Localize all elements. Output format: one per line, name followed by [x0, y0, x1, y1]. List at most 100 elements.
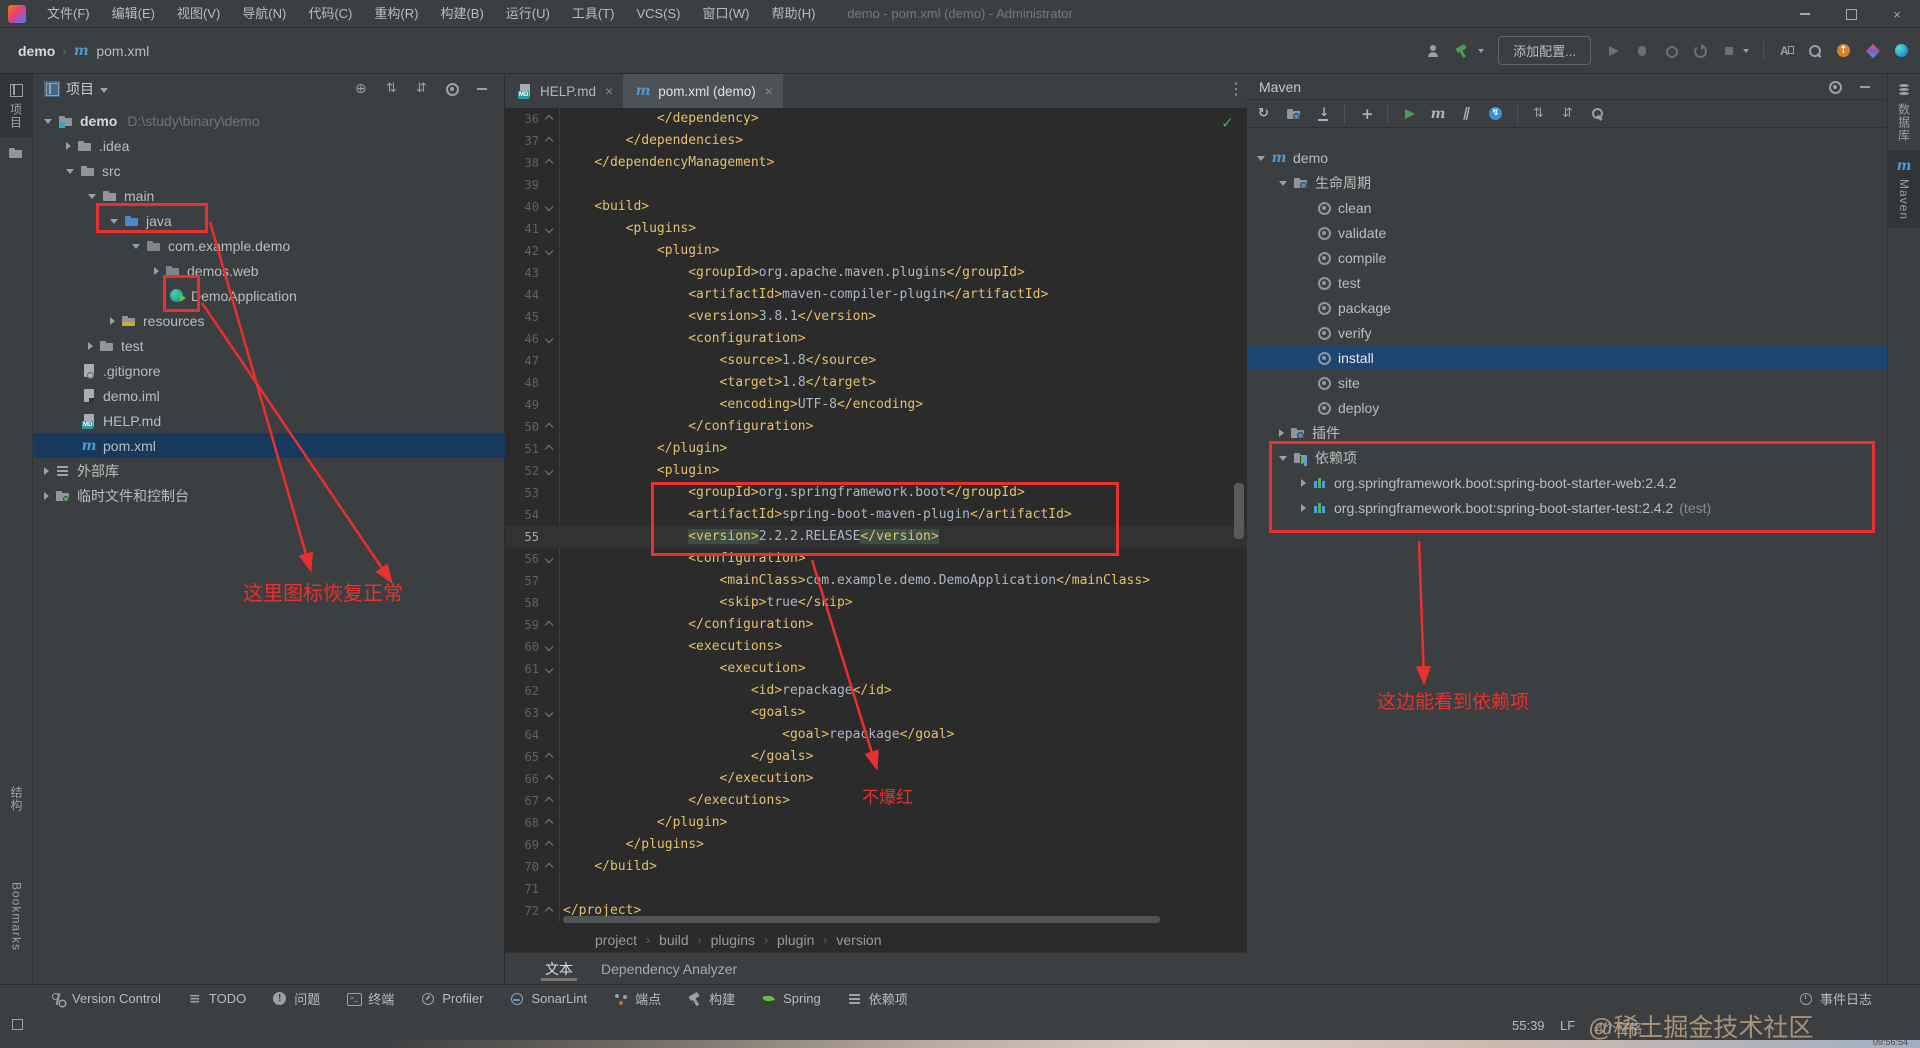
code-line-44[interactable]: 44 <artifactId>maven-compiler-plugin</ar… — [505, 284, 1247, 306]
fold-marker-icon[interactable] — [544, 136, 554, 146]
skip-tests-icon[interactable] — [1459, 106, 1475, 122]
translate-icon[interactable] — [1778, 43, 1794, 59]
fold-marker-icon[interactable] — [544, 818, 554, 828]
code-line-59[interactable]: 59 </configuration> — [505, 614, 1247, 636]
locate-icon[interactable] — [354, 81, 370, 97]
expand-all-icon[interactable] — [1560, 106, 1576, 122]
fold-marker-icon[interactable] — [544, 466, 554, 476]
search-icon[interactable] — [1807, 43, 1823, 59]
xml-breadcrumb-plugins[interactable]: plugins — [711, 932, 755, 948]
project-tree-item-5[interactable]: com.example.demo — [34, 233, 505, 258]
menu-item-11[interactable]: 帮助(H) — [760, 0, 826, 28]
menu-item-1[interactable]: 编辑(E) — [101, 0, 166, 28]
tool-tab-1[interactable]: Dependency Analyzer — [601, 953, 737, 984]
m-goal-icon[interactable] — [1430, 106, 1446, 122]
menu-item-2[interactable]: 视图(V) — [166, 0, 231, 28]
code-line-67[interactable]: 67 </executions> — [505, 790, 1247, 812]
fold-marker-icon[interactable] — [544, 862, 554, 872]
maven-tree-item-13[interactable]: org.springframework.boot:spring-boot-sta… — [1247, 470, 1887, 495]
code-line-65[interactable]: 65 </goals> — [505, 746, 1247, 768]
horizontal-scrollbar[interactable] — [563, 916, 1160, 923]
code-line-43[interactable]: 43 <groupId>org.apache.maven.plugins</gr… — [505, 262, 1247, 284]
maven-tree-item-0[interactable]: demo — [1247, 145, 1887, 170]
status-button-1[interactable]: TODO — [187, 991, 246, 1007]
debug-bug-icon[interactable] — [1634, 43, 1650, 59]
chevron-right-icon[interactable] — [1279, 428, 1284, 437]
code-line-47[interactable]: 47 <source>1.8</source> — [505, 350, 1247, 372]
maximize-icon[interactable] — [1828, 0, 1874, 28]
fold-marker-icon[interactable] — [544, 246, 554, 256]
fold-marker-icon[interactable] — [544, 554, 554, 564]
xml-breadcrumb-version[interactable]: version — [836, 932, 881, 948]
project-panel-title[interactable]: 项目 — [66, 79, 94, 99]
code-line-68[interactable]: 68 </plugin> — [505, 812, 1247, 834]
status-button-4[interactable]: Profiler — [420, 991, 483, 1007]
project-tree-item-3[interactable]: main — [34, 183, 505, 208]
vertical-scrollbar[interactable] — [1234, 483, 1244, 539]
fold-marker-icon[interactable] — [544, 906, 554, 916]
line-separator[interactable]: LF — [1560, 1018, 1575, 1033]
chevron-down-icon[interactable] — [44, 119, 52, 124]
close-icon[interactable]: × — [1874, 0, 1920, 28]
maven-tree-item-12[interactable]: 依赖项 — [1247, 445, 1887, 470]
sources-icon[interactable] — [1286, 106, 1302, 122]
code-line-48[interactable]: 48 <target>1.8</target> — [505, 372, 1247, 394]
xml-breadcrumb-build[interactable]: build — [659, 932, 689, 948]
menu-item-6[interactable]: 构建(B) — [429, 0, 494, 28]
caret-position[interactable]: 55:39 — [1512, 1018, 1545, 1033]
wrench-icon[interactable] — [1589, 106, 1605, 122]
maven-tree-item-3[interactable]: validate — [1247, 220, 1887, 245]
code-line-36[interactable]: 36 </dependency> — [505, 108, 1247, 130]
tab-options-kebab-icon[interactable] — [1223, 81, 1244, 97]
event-log-button[interactable]: 事件日志 — [1798, 989, 1872, 1008]
hide-icon[interactable] — [1857, 79, 1873, 95]
chevron-right-icon[interactable] — [44, 491, 49, 500]
code-line-45[interactable]: 45 <version>3.8.1</version> — [505, 306, 1247, 328]
add-configuration-button[interactable]: 添加配置... — [1498, 36, 1591, 65]
status-button-8[interactable]: Spring — [761, 991, 821, 1007]
chevron-down-icon[interactable] — [1279, 456, 1287, 461]
project-tree-item-8[interactable]: resources — [34, 308, 505, 333]
maven-tree-item-6[interactable]: package — [1247, 295, 1887, 320]
fold-marker-icon[interactable] — [544, 708, 554, 718]
project-tree-item-0[interactable]: demo D:\study\binary\demo — [34, 108, 505, 133]
fold-marker-icon[interactable] — [544, 334, 554, 344]
maven-tree-item-2[interactable]: clean — [1247, 195, 1887, 220]
stripe-button-项目[interactable]: 项目 — [0, 74, 32, 137]
run-green-icon[interactable] — [1401, 106, 1417, 122]
breadcrumb-file[interactable]: pom.xml — [96, 43, 149, 59]
project-tree-item-15[interactable]: 临时文件和控制台 — [34, 483, 505, 508]
chevron-down-icon[interactable] — [132, 244, 140, 249]
close-tab-icon[interactable]: × — [605, 83, 613, 99]
code-line-66[interactable]: 66 </execution> — [505, 768, 1247, 790]
chevron-down-icon[interactable] — [1279, 181, 1287, 186]
code-line-70[interactable]: 70 </build> — [505, 856, 1247, 878]
profile-icon[interactable] — [1663, 43, 1679, 59]
chevron-down-icon[interactable] — [1257, 156, 1265, 161]
project-tree-item-10[interactable]: .gitignore — [34, 358, 505, 383]
maven-tree-item-9[interactable]: site — [1247, 370, 1887, 395]
xml-breadcrumb-project[interactable]: project — [595, 932, 637, 948]
maven-tree-item-11[interactable]: 插件 — [1247, 420, 1887, 445]
stripe-button-Maven[interactable]: Maven — [1888, 150, 1920, 229]
project-tree-item-4[interactable]: java — [34, 208, 505, 233]
refresh-icon[interactable] — [1257, 106, 1273, 122]
settings-gear-icon[interactable] — [444, 81, 460, 97]
project-tree-item-6[interactable]: demos.web — [34, 258, 505, 283]
tool-tab-0[interactable]: 文本 — [541, 953, 577, 984]
menu-item-10[interactable]: 窗口(W) — [692, 0, 761, 28]
chevron-right-icon[interactable] — [88, 341, 93, 350]
fold-marker-icon[interactable] — [544, 444, 554, 454]
project-tree-item-1[interactable]: .idea — [34, 133, 505, 158]
maven-tree-item-7[interactable]: verify — [1247, 320, 1887, 345]
update-icon[interactable] — [1836, 43, 1852, 59]
tool-window-toggle-icon[interactable] — [10, 1016, 26, 1032]
menu-item-9[interactable]: VCS(S) — [625, 0, 691, 28]
menu-item-4[interactable]: 代码(C) — [297, 0, 363, 28]
xml-breadcrumb-plugin[interactable]: plugin — [777, 932, 814, 948]
project-tree-item-12[interactable]: HELP.md — [34, 408, 505, 433]
menu-item-3[interactable]: 导航(N) — [231, 0, 297, 28]
chevron-right-icon[interactable] — [66, 141, 71, 150]
code-line-41[interactable]: 41 <plugins> — [505, 218, 1247, 240]
collapse-all-icon[interactable] — [384, 81, 400, 97]
